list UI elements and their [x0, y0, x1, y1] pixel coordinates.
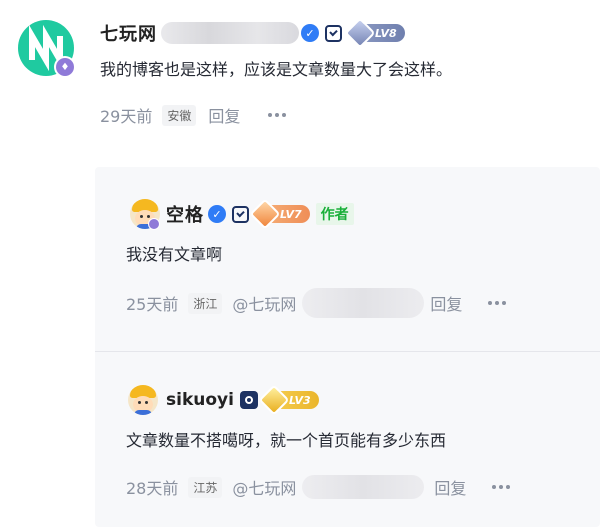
comment-meta: 29天前 安徽 回复	[100, 103, 287, 127]
comment-header: 七玩网 ✓ LV8	[100, 17, 405, 49]
level-label: LV8	[375, 26, 397, 40]
gem-icon	[344, 17, 376, 49]
level-badge: LV8	[344, 17, 405, 49]
gem-icon	[249, 198, 281, 230]
blurred-text	[161, 22, 299, 44]
location-tag: 浙江	[188, 292, 223, 314]
level-badge: LV3	[258, 384, 319, 416]
calendar-badge-icon	[232, 205, 249, 223]
verified-icon: ✓	[301, 24, 319, 42]
reply-content: 我没有文章啊	[126, 245, 223, 264]
verified-icon: ✓	[208, 205, 226, 223]
reply-button[interactable]: 回复	[434, 475, 466, 499]
level-badge: LV7	[249, 198, 310, 230]
reply-header: 空格 ✓ LV7 作者	[166, 198, 354, 230]
reply-content: 文章数量不搭噶呀，就一个首页能有多少东西	[126, 431, 447, 450]
person-badge-icon	[239, 391, 258, 409]
calendar-badge-icon	[325, 24, 342, 42]
location-tag: 江苏	[188, 476, 223, 498]
more-options-icon[interactable]	[268, 113, 287, 117]
timestamp: 28天前	[126, 479, 179, 498]
location-tag: 安徽	[162, 104, 197, 126]
blurred-text	[302, 288, 425, 318]
reply-button[interactable]: 回复	[430, 291, 462, 315]
timestamp: 25天前	[126, 295, 179, 314]
more-options-icon[interactable]	[492, 485, 511, 489]
avatar[interactable]	[128, 385, 158, 415]
gem-icon	[258, 384, 290, 416]
level-label: LV7	[280, 207, 302, 221]
timestamp: 29天前	[100, 107, 153, 126]
vip-badge-icon: ♦	[54, 56, 76, 78]
avatar[interactable]: ♦	[18, 20, 76, 78]
level-label: LV3	[288, 393, 311, 407]
comment-content: 我的博客也是这样，应该是文章数量大了会这样。	[100, 60, 453, 79]
username[interactable]: 空格	[166, 201, 204, 227]
vip-badge-icon	[148, 218, 160, 230]
mention[interactable]: @七玩网	[232, 475, 296, 499]
reply-button[interactable]: 回复	[208, 103, 240, 127]
reply-header: sikuoyi LV3	[166, 384, 319, 416]
blurred-text	[302, 475, 425, 499]
username[interactable]: 七玩网	[100, 20, 157, 46]
main-comment: ♦ 七玩网 ✓ LV8 我的博客也是这样，应该是文章数量大了会这样。 29天前 …	[0, 0, 600, 160]
username[interactable]: sikuoyi	[166, 390, 234, 410]
reply-meta: 28天前 江苏 @七玩网 回复	[126, 475, 511, 499]
reply-meta: 25天前 浙江 @七玩网 回复	[126, 288, 507, 318]
divider	[95, 351, 600, 352]
more-options-icon[interactable]	[488, 301, 507, 305]
author-tag: 作者	[315, 203, 354, 225]
mention[interactable]: @七玩网	[232, 291, 296, 315]
